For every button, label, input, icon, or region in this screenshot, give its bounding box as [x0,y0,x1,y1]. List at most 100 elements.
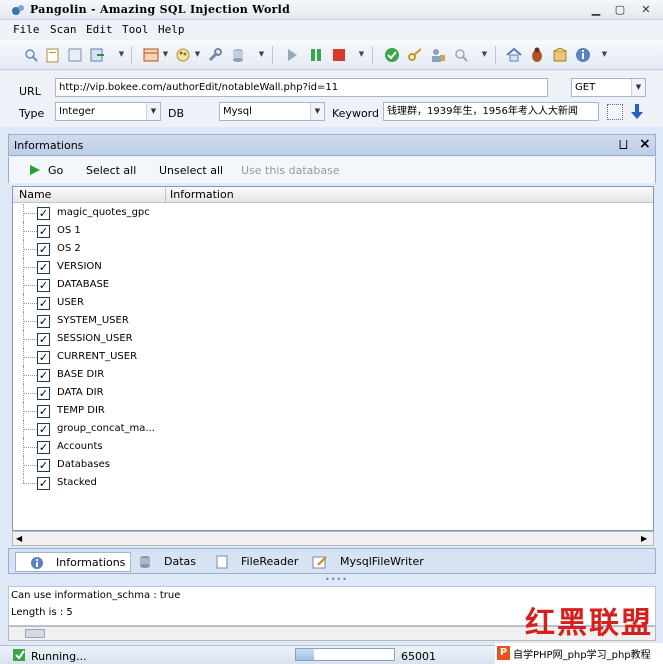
row-checkbox[interactable]: ✓ [37,477,50,490]
grid-row[interactable]: ✓ SYSTEM_USER [13,312,653,330]
export-icon[interactable] [88,46,106,64]
grid-row[interactable]: ✓ SESSION_USER [13,330,653,348]
menu-file[interactable]: File [13,23,40,36]
grid-select-icon[interactable] [607,104,623,120]
tab-informations[interactable]: Informations [15,552,131,572]
menu-tool[interactable]: Tool [122,23,149,36]
scroll-thumb[interactable] [25,629,45,638]
menu-scan[interactable]: Scan [50,23,77,36]
row-checkbox[interactable]: ✓ [37,459,50,472]
save-icon[interactable] [66,46,84,64]
table-icon[interactable] [142,46,160,64]
url-input[interactable]: http://vip.bokee.com/authorEdit/notableW… [55,78,548,97]
chevron-down-icon[interactable]: ▼ [631,79,645,96]
grid-row[interactable]: ✓ VERSION [13,258,653,276]
tree-branch [23,249,37,250]
chevron-down-icon[interactable]: ▼ [310,103,324,120]
use-database-button[interactable]: Use this database [241,164,340,177]
row-checkbox[interactable]: ✓ [37,351,50,364]
pause-icon[interactable] [307,46,325,64]
go-button[interactable]: Go [29,163,69,179]
key-icon[interactable] [406,46,424,64]
row-checkbox[interactable]: ✓ [37,441,50,454]
type-label: Type [19,107,45,120]
wrench-icon[interactable] [206,46,224,64]
row-checkbox[interactable]: ✓ [37,369,50,382]
db-select[interactable]: Mysql ▼ [219,102,325,121]
horizontal-scrollbar[interactable]: ◀ ▶ [12,531,654,546]
method-select[interactable]: GET ▼ [571,78,646,97]
chevron-down-icon[interactable]: ▼ [258,50,265,58]
database-icon[interactable] [229,46,247,64]
actions-bar: Go Select all Unselect all Use this data… [8,157,656,183]
row-checkbox[interactable]: ✓ [37,405,50,418]
magnifier-icon[interactable] [452,46,470,64]
grid-row[interactable]: ✓ USER [13,294,653,312]
row-checkbox[interactable]: ✓ [37,297,50,310]
row-checkbox[interactable]: ✓ [37,225,50,238]
unselect-all-button[interactable]: Unselect all [159,164,223,177]
menu-edit[interactable]: Edit [86,23,113,36]
palette-icon[interactable] [174,46,192,64]
maximize-icon[interactable]: ▢ [612,3,628,17]
menu-help[interactable]: Help [158,23,185,36]
select-all-button[interactable]: Select all [86,164,136,177]
row-checkbox[interactable]: ✓ [37,315,50,328]
grid-row[interactable]: ✓ CURRENT_USER [13,348,653,366]
column-information[interactable]: Information [170,188,234,201]
pin-icon[interactable]: ⨆ [619,138,628,152]
bug-icon[interactable] [528,46,546,64]
grid-row[interactable]: ✓ OS 2 [13,240,653,258]
grid-row[interactable]: ✓ Databases [13,456,653,474]
tab-filereader[interactable]: FileReader [214,552,304,572]
column-name[interactable]: Name [19,188,51,201]
users-icon[interactable] [429,46,447,64]
type-select[interactable]: Integer ▼ [55,102,161,121]
stop-icon[interactable] [330,46,348,64]
grid-row[interactable]: ✓ OS 1 [13,222,653,240]
grid-row[interactable]: ✓ DATABASE [13,276,653,294]
grid-row[interactable]: ✓ group_concat_ma... [13,420,653,438]
grid-row[interactable]: ✓ magic_quotes_gpc [13,204,653,222]
scroll-right-icon[interactable]: ▶ [641,534,647,543]
close-icon[interactable]: × [639,136,651,152]
grid-row[interactable]: ✓ Accounts [13,438,653,456]
grid-row[interactable]: ✓ DATA DIR [13,384,653,402]
check-circle-icon[interactable] [383,46,401,64]
chevron-down-icon[interactable]: ▼ [481,50,488,58]
row-label: Accounts [57,441,103,452]
chevron-down-icon[interactable]: ▼ [358,50,365,58]
tree-branch [23,303,37,304]
row-checkbox[interactable]: ✓ [37,333,50,346]
chevron-down-icon[interactable]: ▼ [118,50,125,58]
chevron-down-icon[interactable]: ▼ [146,103,160,120]
info-icon[interactable] [574,46,592,64]
grid-row[interactable]: ✓ BASE DIR [13,366,653,384]
play-icon[interactable] [283,46,301,64]
search-icon[interactable] [22,46,40,64]
tab-datas[interactable]: Datas [137,552,209,572]
open-icon[interactable] [44,46,62,64]
scroll-left-icon[interactable]: ◀ [16,534,22,543]
row-checkbox[interactable]: ✓ [37,387,50,400]
row-checkbox[interactable]: ✓ [37,207,50,220]
chevron-down-icon[interactable]: ▼ [194,50,201,58]
url-label: URL [19,85,41,98]
row-checkbox[interactable]: ✓ [37,423,50,436]
tab-mysqlfilewriter[interactable]: MysqlFileWriter [312,552,442,572]
chevron-down-icon[interactable]: ▼ [162,50,169,58]
splitter-handle[interactable]: •••• [0,575,663,584]
grid-row[interactable]: ✓ Stacked [13,474,653,492]
arrow-down-icon[interactable] [629,102,645,120]
home-icon[interactable] [505,46,523,64]
row-checkbox[interactable]: ✓ [37,243,50,256]
toolbar: ▼ ▼ ▼ ▼ ▼ ▼ ▼ [0,40,663,70]
row-checkbox[interactable]: ✓ [37,279,50,292]
grid-row[interactable]: ✓ TEMP DIR [13,402,653,420]
keyword-input[interactable]: 钱理群，1939年生，1956年考入人大新闻 [383,102,599,121]
package-icon[interactable] [551,46,569,64]
chevron-down-icon[interactable]: ▼ [601,50,608,58]
minimize-icon[interactable]: ▁ [588,3,604,17]
row-checkbox[interactable]: ✓ [37,261,50,274]
close-window-icon[interactable]: ✕ [638,3,654,17]
